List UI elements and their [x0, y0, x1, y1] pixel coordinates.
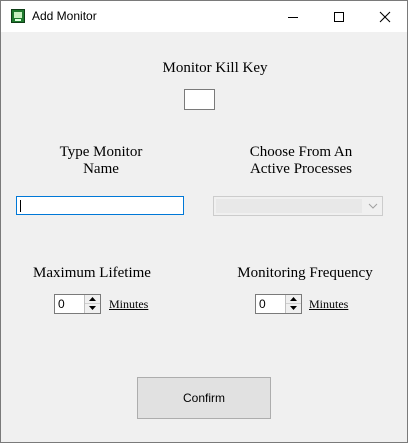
frequency-stepper-arrows: [285, 295, 301, 313]
monitor-name-input[interactable]: [16, 196, 184, 215]
close-button[interactable]: [362, 1, 407, 32]
kill-key-input[interactable]: [184, 89, 215, 110]
monitor-name-label-line1: Type Monitor: [59, 144, 143, 160]
lifetime-unit-label: Minutes: [109, 297, 149, 311]
chevron-down-icon: [368, 203, 378, 209]
arrow-up-icon: [290, 297, 297, 301]
frequency-increment-button[interactable]: [286, 295, 301, 304]
max-lifetime-label: Maximum Lifetime: [33, 265, 151, 281]
frequency-unit-label: Minutes: [309, 297, 349, 311]
confirm-button[interactable]: Confirm: [137, 377, 271, 419]
frequency-value[interactable]: 0: [259, 297, 266, 311]
process-label-line2: Active Processes: [249, 161, 353, 177]
process-label-line1: Choose From An: [249, 144, 353, 160]
maximize-button[interactable]: [316, 1, 362, 32]
close-icon: [379, 11, 391, 23]
monitor-name-label-line2: Name: [83, 161, 119, 177]
maximize-icon: [334, 12, 344, 22]
lifetime-stepper[interactable]: 0: [54, 294, 101, 314]
minimize-icon: [288, 17, 298, 18]
arrow-down-icon: [89, 306, 96, 310]
monitor-app-icon: [11, 9, 25, 23]
text-caret: [20, 200, 21, 212]
lifetime-stepper-arrows: [84, 295, 100, 313]
process-label: Choose From An Active Processes: [211, 144, 391, 178]
window-title: Add Monitor: [32, 9, 97, 23]
arrow-up-icon: [89, 297, 96, 301]
kill-key-label: Monitor Kill Key: [162, 60, 268, 76]
frequency-stepper[interactable]: 0: [255, 294, 302, 314]
monitor-name-label: Type Monitor Name: [41, 144, 161, 178]
monitoring-frequency-label: Monitoring Frequency: [237, 265, 373, 281]
lifetime-increment-button[interactable]: [85, 295, 100, 304]
minimize-button[interactable]: [270, 1, 316, 32]
lifetime-value[interactable]: 0: [58, 297, 65, 311]
process-dropdown[interactable]: [213, 196, 383, 216]
add-monitor-window: Add Monitor Monitor Kill Key Type Monito…: [0, 0, 408, 443]
title-bar[interactable]: Add Monitor: [1, 1, 407, 32]
process-selected-value: [216, 199, 362, 213]
arrow-down-icon: [290, 306, 297, 310]
lifetime-decrement-button[interactable]: [85, 304, 100, 313]
frequency-decrement-button[interactable]: [286, 304, 301, 313]
